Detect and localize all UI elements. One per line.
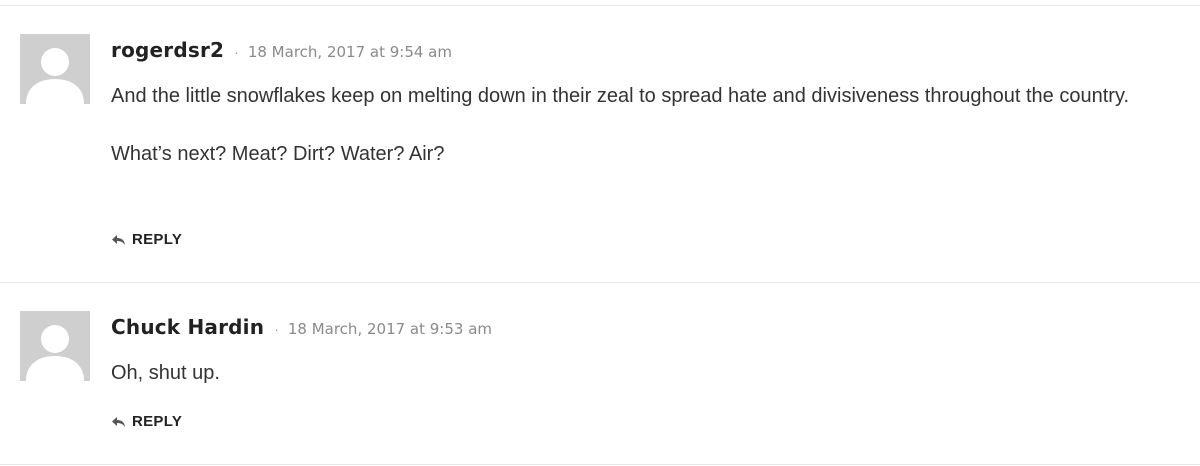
comment-meta: Chuck Hardin · 18 March, 2017 at 9:53 am	[111, 315, 492, 339]
comment-author[interactable]: rogerdsr2	[111, 38, 224, 62]
comment-paragraph: And the little snowflakes keep on meltin…	[111, 85, 1130, 107]
reply-arrow-icon	[112, 234, 125, 245]
comment-item: Chuck Hardin · 18 March, 2017 at 9:53 am…	[0, 283, 1200, 465]
comment-date[interactable]: 18 March, 2017 at 9:54 am	[248, 43, 452, 61]
comment-divider	[0, 464, 1200, 465]
user-placeholder-icon	[20, 311, 90, 381]
reply-button[interactable]: REPLY	[111, 413, 182, 430]
comment-meta: rogerdsr2 · 18 March, 2017 at 9:54 am	[111, 38, 452, 62]
comment-body: And the little snowflakes keep on meltin…	[111, 79, 1186, 172]
user-placeholder-icon	[20, 34, 90, 104]
comment-body: Oh, shut up.	[111, 356, 1186, 391]
meta-separator: ·	[234, 44, 239, 60]
reply-arrow-icon	[112, 416, 125, 427]
comment-author[interactable]: Chuck Hardin	[111, 315, 264, 339]
reply-label: REPLY	[132, 231, 183, 248]
comment-paragraph: What’s next? Meat? Dirt? Water? Air?	[111, 143, 445, 165]
avatar	[20, 34, 90, 104]
reply-label: REPLY	[132, 413, 183, 430]
avatar	[20, 311, 90, 381]
meta-separator: ·	[274, 321, 279, 337]
comment-item: rogerdsr2 · 18 March, 2017 at 9:54 am An…	[0, 0, 1200, 283]
comment-date[interactable]: 18 March, 2017 at 9:53 am	[288, 320, 492, 338]
reply-button[interactable]: REPLY	[111, 231, 182, 248]
comment-paragraph: Oh, shut up.	[111, 362, 220, 384]
